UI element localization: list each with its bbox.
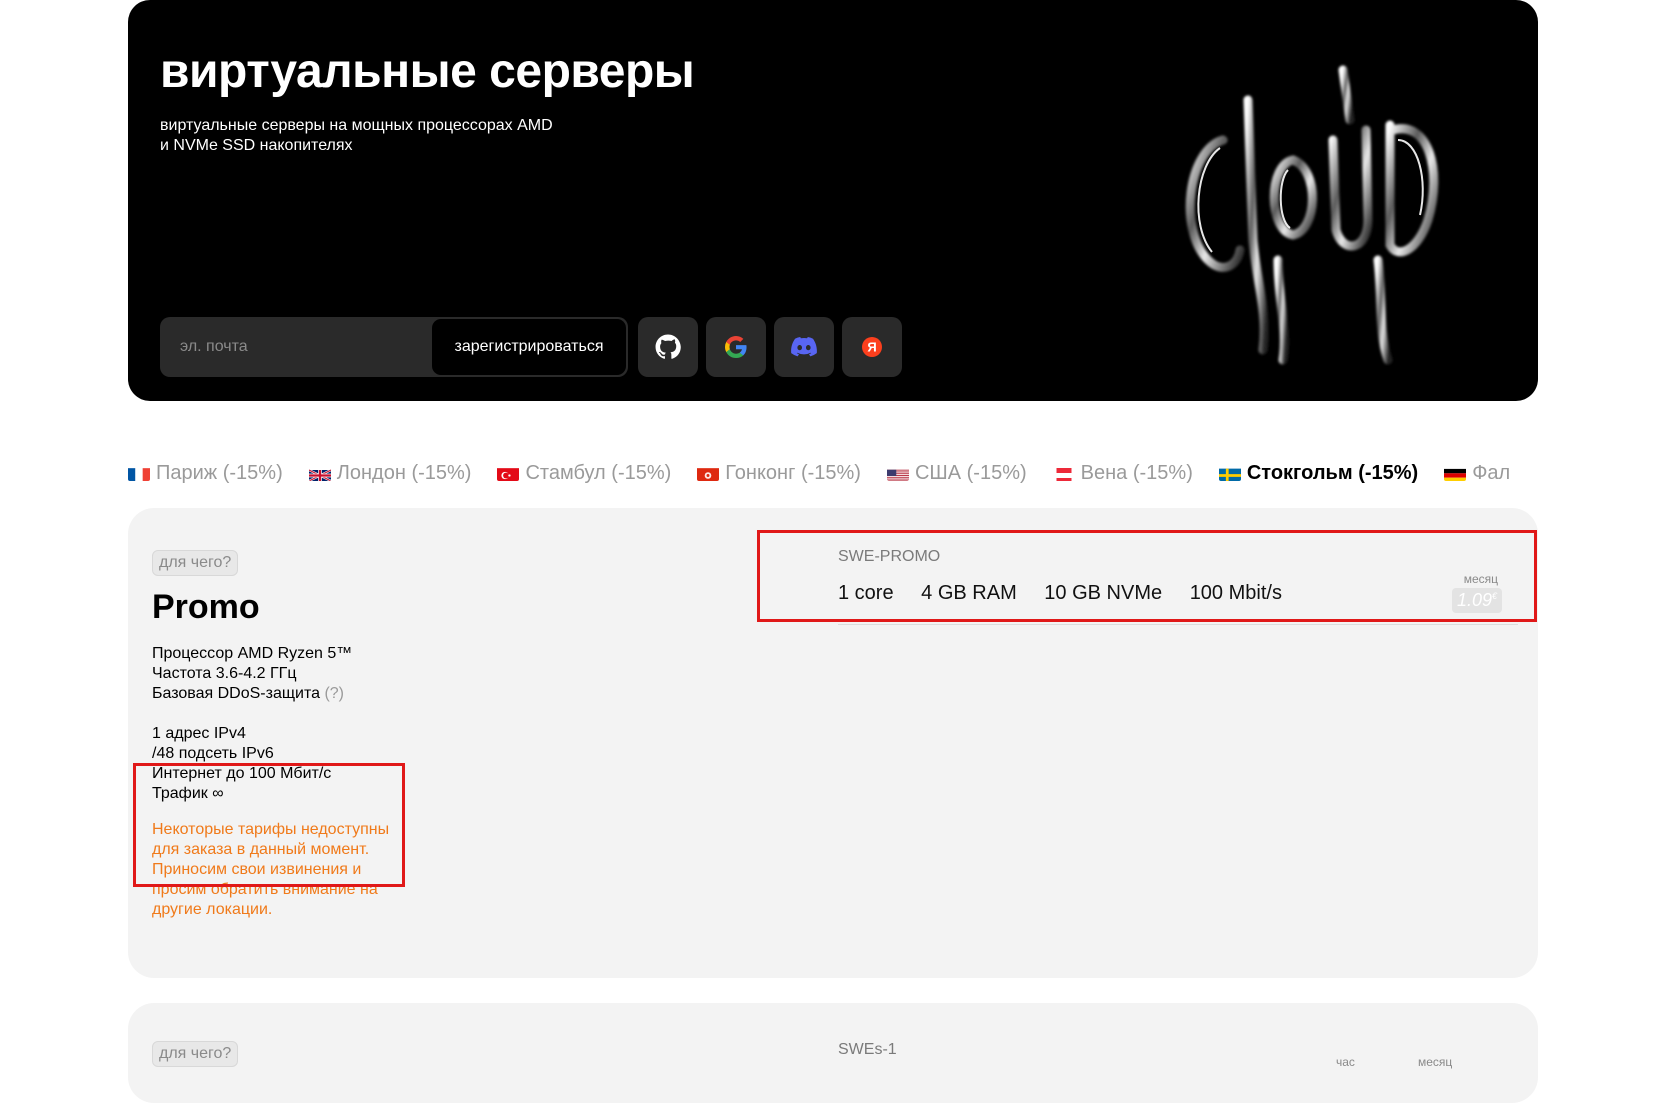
why-button-2[interactable]: для чего? bbox=[152, 1041, 239, 1067]
location-tab-de[interactable]: Фал bbox=[1444, 462, 1510, 485]
page-subtitle: виртуальные серверы на мощных процессора… bbox=[160, 116, 600, 156]
discord-login-button[interactable] bbox=[774, 317, 834, 377]
location-tab-tr[interactable]: Стамбул (-15%) bbox=[497, 462, 671, 485]
spec-frequency: Частота 3.6-4.2 ГГц bbox=[152, 665, 297, 682]
plan-title: Promo bbox=[152, 588, 260, 626]
location-tab-label: Париж (-15%) bbox=[156, 462, 283, 484]
subtitle-line-2: и NVMe SSD накопителях bbox=[160, 137, 353, 154]
location-tab-gb[interactable]: Лондон (-15%) bbox=[308, 462, 472, 485]
signup-form: зарегистрироваться bbox=[160, 317, 628, 377]
location-tab-label: Фал bbox=[1472, 462, 1511, 484]
price-period-month-2: месяц bbox=[1418, 1055, 1453, 1069]
ddos-help-link[interactable]: (?) bbox=[324, 685, 344, 702]
highlight-box-notice bbox=[133, 763, 405, 887]
location-tab-se[interactable]: Стокгольм (-15%) bbox=[1218, 462, 1419, 485]
register-button[interactable]: зарегистрироваться bbox=[432, 319, 626, 375]
yandex-icon: Я bbox=[862, 337, 882, 357]
location-tab-us[interactable]: США (-15%) bbox=[886, 462, 1027, 485]
subtitle-line-1: виртуальные серверы на мощных процессора… bbox=[160, 117, 553, 134]
spec-spacer bbox=[152, 704, 352, 724]
location-tab-hk[interactable]: Гонконг (-15%) bbox=[697, 462, 861, 485]
google-login-button[interactable] bbox=[706, 317, 766, 377]
location-tab-label: Вена (-15%) bbox=[1080, 462, 1193, 484]
flag-hk-icon bbox=[697, 466, 720, 481]
plan-card-second: для чего? SWEs-1 час месяц bbox=[128, 1003, 1538, 1103]
flag-at-icon bbox=[1053, 466, 1075, 481]
price-period-hour: час bbox=[1336, 1055, 1355, 1069]
location-tab-label: Стамбул (-15%) bbox=[525, 462, 672, 484]
location-tab-label: Стокгольм (-15%) bbox=[1246, 462, 1419, 484]
google-icon bbox=[725, 336, 747, 358]
flag-de-icon bbox=[1444, 466, 1467, 481]
flag-se-icon bbox=[1218, 466, 1241, 481]
location-tab-label: Лондон (-15%) bbox=[336, 462, 472, 484]
tariff-name-2: SWEs-1 bbox=[838, 1041, 897, 1058]
cloud-art-image bbox=[1185, 65, 1439, 365]
location-tab-fr[interactable]: Париж (-15%) bbox=[128, 462, 283, 485]
flag-us-icon bbox=[886, 466, 909, 481]
email-input[interactable] bbox=[160, 317, 430, 377]
hero-banner: виртуальные серверы виртуальные серверы … bbox=[128, 0, 1538, 401]
yandex-login-button[interactable]: Я bbox=[842, 317, 902, 377]
yandex-glyph: Я bbox=[867, 340, 876, 355]
location-tab-label: США (-15%) bbox=[914, 462, 1027, 484]
why-button[interactable]: для чего? bbox=[152, 550, 239, 576]
plan-card-promo: для чего? Promo Процессор AMD Ryzen 5™ Ч… bbox=[128, 508, 1538, 978]
location-tab-at[interactable]: Вена (-15%) bbox=[1053, 462, 1193, 485]
flag-fr-icon bbox=[128, 466, 150, 481]
flag-gb-icon bbox=[308, 466, 331, 481]
github-login-button[interactable] bbox=[638, 317, 698, 377]
spec-cpu: Процессор AMD Ryzen 5™ bbox=[152, 645, 353, 662]
tariff-divider bbox=[838, 624, 1518, 625]
flag-tr-icon bbox=[497, 466, 520, 481]
spec-ipv6: /48 подсеть IPv6 bbox=[152, 745, 274, 762]
highlight-box-tariff bbox=[757, 530, 1537, 622]
github-icon bbox=[655, 334, 681, 359]
spec-ipv4: 1 адрес IPv4 bbox=[152, 725, 246, 742]
spec-ddos: Базовая DDoS-защита (?) bbox=[152, 685, 345, 702]
location-tab-label: Гонконг (-15%) bbox=[725, 462, 861, 484]
discord-icon bbox=[791, 337, 817, 357]
page-title: виртуальные серверы bbox=[160, 45, 695, 98]
location-tabs: Париж (-15%) Лондон (-15%) Стамбул (-15%) Г… bbox=[128, 462, 1538, 492]
